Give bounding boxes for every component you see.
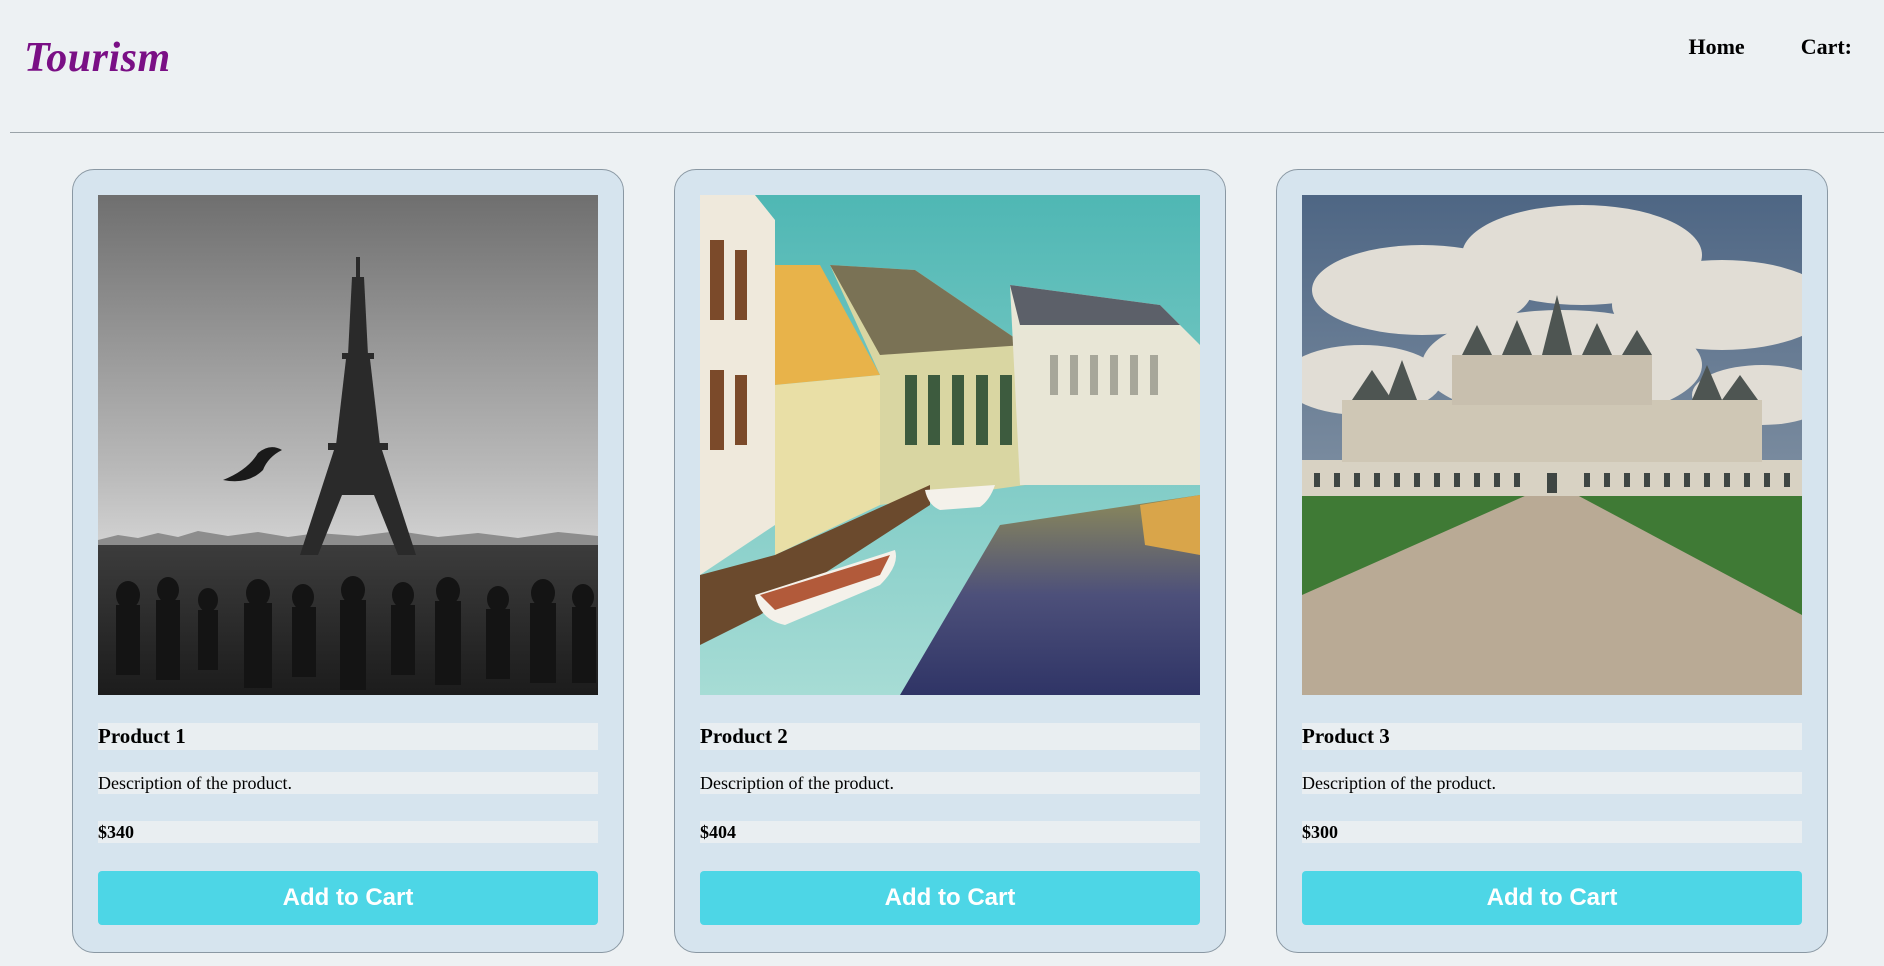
product-description: Description of the product. — [1302, 772, 1802, 794]
add-to-cart-button[interactable]: Add to Cart — [1302, 871, 1802, 925]
nav-cart-link[interactable]: Cart: — [1801, 34, 1852, 60]
product-name: Product 1 — [98, 723, 598, 750]
product-name: Product 3 — [1302, 723, 1802, 750]
product-image-chateau — [1302, 195, 1802, 695]
product-price: $404 — [700, 821, 1200, 843]
product-description: Description of the product. — [700, 772, 1200, 794]
add-to-cart-button[interactable]: Add to Cart — [98, 871, 598, 925]
nav-home-link[interactable]: Home — [1688, 34, 1744, 60]
product-image-eiffel-tower — [98, 195, 598, 695]
product-grid: Product 1 Description of the product. $3… — [72, 169, 1828, 953]
add-to-cart-button[interactable]: Add to Cart — [700, 871, 1200, 925]
product-description: Description of the product. — [98, 772, 598, 794]
product-card: Product 1 Description of the product. $3… — [72, 169, 624, 953]
header-divider — [10, 132, 1884, 133]
site-header: Tourism Home Cart: — [0, 0, 1884, 132]
main-nav: Home Cart: — [1688, 34, 1852, 60]
product-name: Product 2 — [700, 723, 1200, 750]
product-image-canal-houses — [700, 195, 1200, 695]
product-card: Product 2 Description of the product. $4… — [674, 169, 1226, 953]
product-price: $300 — [1302, 821, 1802, 843]
product-price: $340 — [98, 821, 598, 843]
site-logo[interactable]: Tourism — [24, 34, 171, 82]
product-card: Product 3 Description of the product. $3… — [1276, 169, 1828, 953]
